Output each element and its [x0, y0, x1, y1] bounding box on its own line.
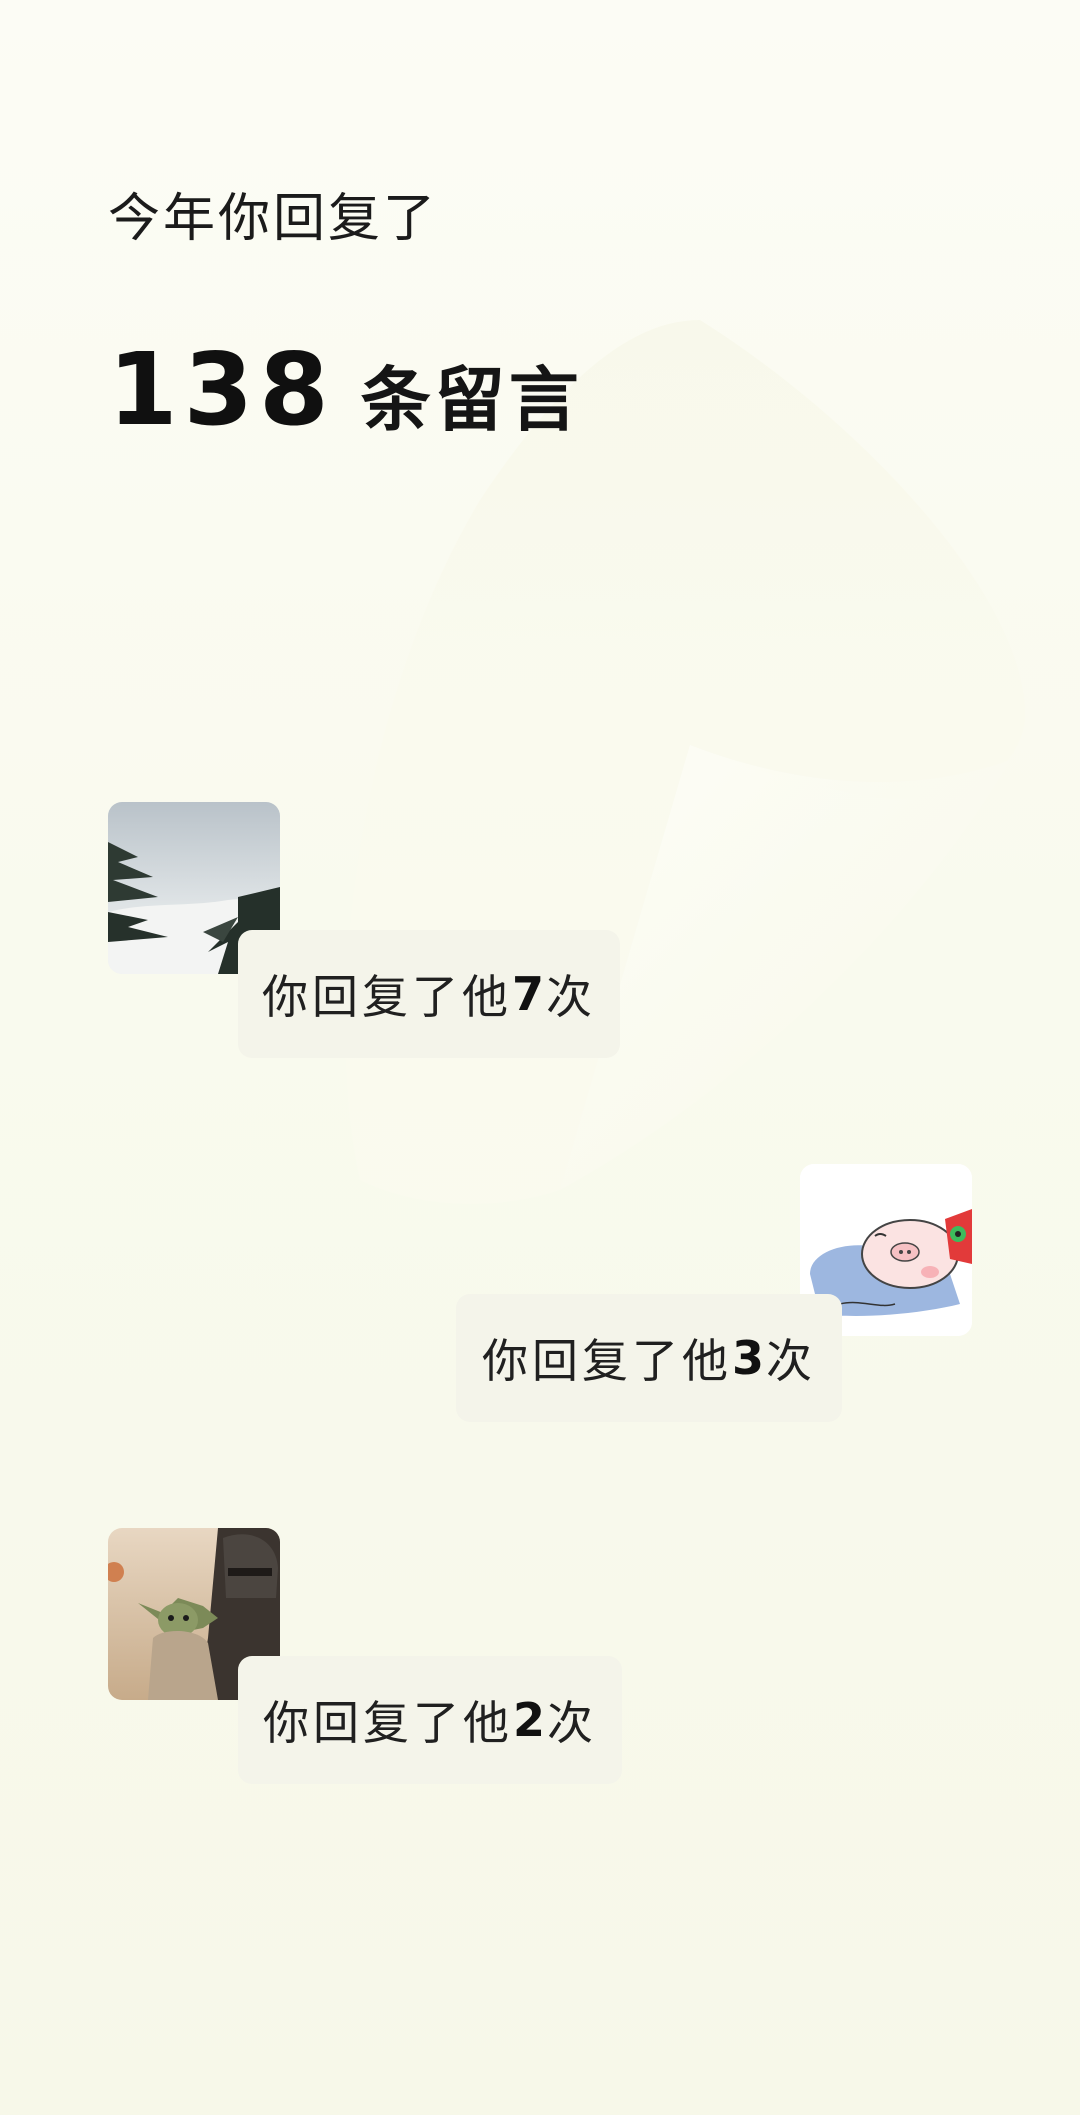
reply-count-unit: 条留言: [360, 359, 583, 441]
reply-count-row: 138 条留言: [108, 340, 583, 440]
reply-count: 3: [731, 1331, 766, 1385]
reply-suffix: 次: [546, 970, 596, 1024]
reply-bubble: 你回复了他 3 次: [456, 1294, 842, 1422]
reply-suffix: 次: [766, 1334, 816, 1388]
reply-prefix: 你回复了他: [262, 1696, 513, 1750]
reply-count: 2: [512, 1693, 547, 1747]
reply-bubble: 你回复了他 7 次: [238, 930, 620, 1058]
reply-prefix: 你回复了他: [261, 970, 512, 1024]
reply-count-number: 138: [108, 331, 335, 448]
reply-count: 7: [511, 967, 546, 1021]
reply-bubble: 你回复了他 2 次: [238, 1656, 622, 1784]
reply-prefix: 你回复了他: [481, 1334, 732, 1388]
reply-suffix: 次: [547, 1696, 597, 1750]
intro-text: 今年你回复了: [108, 189, 439, 249]
